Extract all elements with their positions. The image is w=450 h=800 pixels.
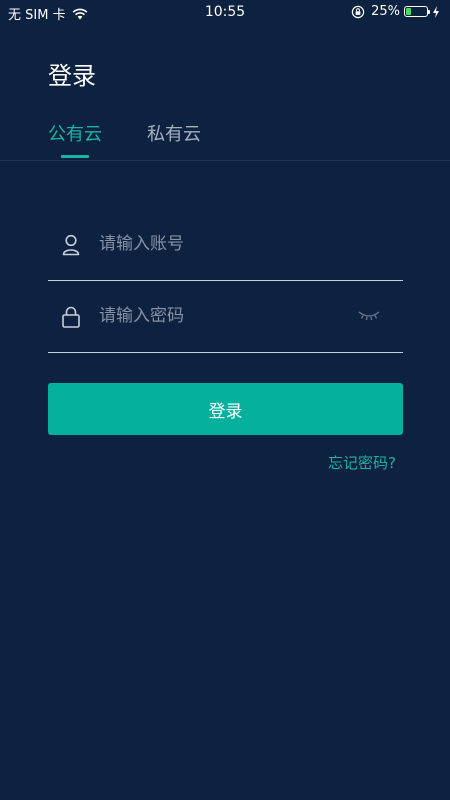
login-button[interactable]: 登录 bbox=[48, 383, 403, 435]
rotation-lock-icon bbox=[351, 5, 365, 18]
user-icon bbox=[62, 234, 80, 256]
password-field bbox=[48, 300, 403, 353]
battery-percent: 25% bbox=[371, 4, 400, 19]
forgot-password-link[interactable]: 忘记密码? bbox=[328, 452, 396, 473]
active-tab-indicator bbox=[61, 155, 89, 158]
status-bar: 无 SIM 卡 10:55 25% bbox=[0, 0, 450, 24]
eye-closed-icon[interactable] bbox=[357, 308, 381, 322]
tab-public-cloud[interactable]: 公有云 bbox=[48, 120, 102, 146]
page-title: 登录 bbox=[48, 62, 96, 90]
battery-fill bbox=[406, 8, 411, 15]
charging-bolt-icon bbox=[433, 5, 439, 18]
account-input[interactable] bbox=[99, 228, 349, 260]
battery-icon bbox=[404, 6, 430, 17]
tab-private-cloud[interactable]: 私有云 bbox=[147, 120, 201, 146]
cloud-tabs: 公有云 私有云 bbox=[0, 118, 450, 161]
password-input[interactable] bbox=[99, 300, 349, 332]
status-right: 25% bbox=[351, 4, 440, 19]
lock-icon bbox=[62, 306, 80, 328]
account-field bbox=[48, 228, 403, 281]
